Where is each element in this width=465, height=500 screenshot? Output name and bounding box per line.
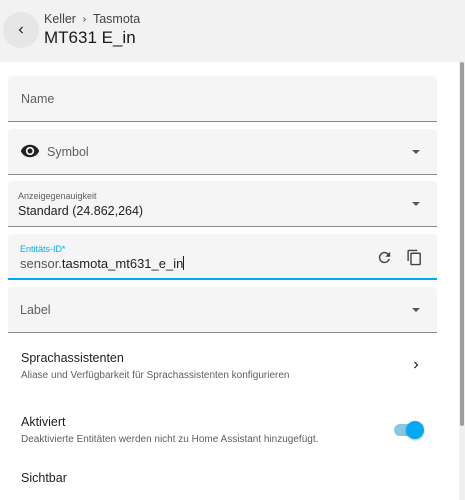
- eye-icon: [20, 144, 40, 158]
- enabled-row: Aktiviert Deaktivierte Entitäten werden …: [0, 405, 459, 455]
- visible-row: Sichtbar: [0, 465, 459, 500]
- voice-assistants-title: Sprachassistenten: [21, 351, 124, 365]
- scrollbar-thumb[interactable]: [460, 62, 464, 426]
- breadcrumb: Keller Tasmota: [44, 12, 140, 26]
- symbol-field-label: Symbol: [47, 145, 89, 159]
- restore-icon: [378, 251, 390, 263]
- arrow-left-icon: [18, 26, 23, 34]
- enabled-toggle-knob[interactable]: [406, 421, 424, 439]
- entity-id-label: Entitäts-ID*: [20, 244, 66, 254]
- copy-button[interactable]: [404, 247, 424, 267]
- breadcrumb-item-tasmota[interactable]: Tasmota: [93, 12, 140, 26]
- entity-id-value: tasmota_mt631_e_in: [61, 256, 184, 271]
- entity-id-prefix: sensor.: [20, 256, 62, 271]
- chevron-down-icon: [412, 202, 420, 206]
- entity-id-field[interactable]: Entitäts-ID* sensor.tasmota_mt631_e_in: [8, 234, 437, 280]
- visible-title: Sichtbar: [21, 471, 67, 485]
- precision-value: Standard (24.862,264): [18, 204, 144, 218]
- text-cursor: [183, 256, 185, 270]
- chevron-right-icon: [414, 361, 419, 369]
- enabled-title: Aktiviert: [21, 415, 66, 429]
- voice-assistants-row[interactable]: Sprachassistenten Aliase und Verfügbarke…: [0, 340, 459, 390]
- precision-select[interactable]: Anzeigegenauigkeit Standard (24.862,264): [8, 181, 437, 227]
- breadcrumb-item-keller[interactable]: Keller: [44, 12, 76, 26]
- symbol-field[interactable]: Symbol: [8, 129, 437, 175]
- entity-id-input[interactable]: sensor.tasmota_mt631_e_in: [20, 256, 185, 271]
- page-title: MT631 E_in: [44, 28, 136, 47]
- precision-label: Anzeigegenauigkeit: [18, 191, 97, 201]
- page-header: Keller Tasmota MT631 E_in: [0, 0, 465, 62]
- restore-button[interactable]: [374, 247, 394, 267]
- name-field[interactable]: Name: [8, 76, 437, 122]
- copy-icon: [406, 249, 421, 265]
- chevron-right-icon: [83, 16, 86, 22]
- label-select-label: Label: [20, 303, 51, 317]
- enabled-subtitle: Deaktivierte Entitäten werden nicht zu H…: [21, 434, 319, 445]
- voice-assistants-subtitle: Aliase und Verfügbarkeit für Sprachassis…: [21, 370, 290, 381]
- label-select[interactable]: Label: [8, 287, 437, 333]
- chevron-down-icon: [412, 308, 420, 312]
- name-field-label: Name: [21, 92, 55, 106]
- back-button[interactable]: [3, 12, 39, 48]
- chevron-down-icon: [412, 150, 420, 154]
